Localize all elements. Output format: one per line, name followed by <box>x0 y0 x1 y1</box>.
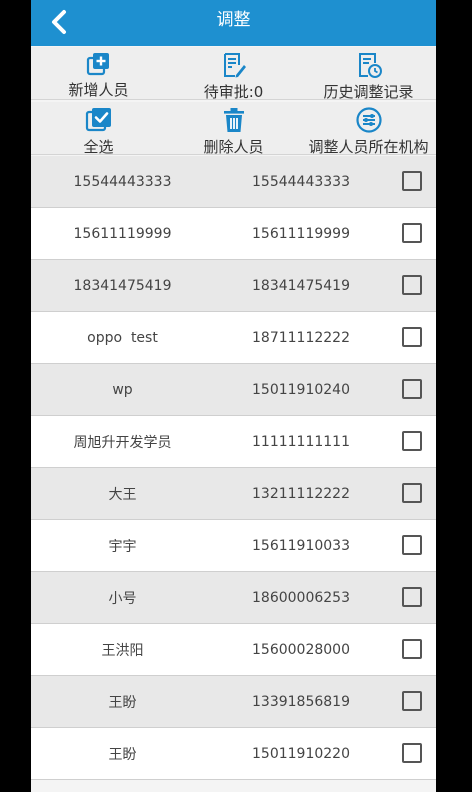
pending-approval-button[interactable]: 待审批:0 <box>166 47 301 101</box>
member-phone: 18711112222 <box>252 329 350 346</box>
action-toolbar-bottom: 全选 删除人员 调整人员所在机构 <box>31 102 436 156</box>
add-person-label: 新增人员 <box>68 81 129 99</box>
delete-person-button[interactable]: 删除人员 <box>166 102 301 156</box>
history-record-button[interactable]: 历史调整记录 <box>301 47 436 101</box>
row-checkbox[interactable] <box>402 587 422 607</box>
member-phone: 15611910033 <box>252 537 350 554</box>
list-item[interactable]: wp 15011910240 <box>31 364 436 416</box>
row-checkbox[interactable] <box>402 743 422 763</box>
row-checkbox[interactable] <box>402 535 422 555</box>
adjust-org-button[interactable]: 调整人员所在机构 <box>301 102 436 156</box>
action-toolbar-top: 新增人员 待审批:0 历史调整记录 <box>31 47 436 101</box>
add-person-icon <box>84 51 114 77</box>
list-item[interactable]: 15611119999 15611119999 <box>31 208 436 260</box>
member-phone: 15611119999 <box>252 225 350 242</box>
page-title: 调整 <box>216 10 251 30</box>
list-item[interactable]: 王盼 13391856819 <box>31 676 436 728</box>
member-phone: 15011910240 <box>252 381 350 398</box>
row-checkbox[interactable] <box>402 379 422 399</box>
member-phone: 13391856819 <box>252 693 350 710</box>
list-item[interactable]: 王盼 15011910220 <box>31 728 436 780</box>
member-phone: 15544443333 <box>252 173 350 190</box>
member-list: 15544443333 15544443333 15611119999 1561111… <box>31 156 436 780</box>
row-checkbox[interactable] <box>402 483 422 503</box>
member-name: 王洪阳 <box>101 642 144 659</box>
member-name: 15611119999 <box>73 225 172 242</box>
row-checkbox[interactable] <box>402 275 422 295</box>
member-phone: 18341475419 <box>252 277 350 294</box>
member-phone: 15600028000 <box>252 641 350 658</box>
app-screen: 调整 新增人员 待审批:0 历史调整记录 全选 删除人员 调整人员所在机构 15… <box>31 0 436 792</box>
history-record-icon <box>354 51 384 79</box>
list-item[interactable]: oppo test 18711112222 <box>31 312 436 364</box>
member-name: 王盼 <box>108 694 137 711</box>
member-name: 小号 <box>108 590 137 607</box>
select-all-icon <box>84 106 114 134</box>
row-checkbox[interactable] <box>402 327 422 347</box>
row-checkbox[interactable] <box>402 691 422 711</box>
list-item[interactable]: 王洪阳 15600028000 <box>31 624 436 676</box>
select-all-label: 全选 <box>83 138 114 156</box>
member-phone: 13211112222 <box>252 485 350 502</box>
member-name: 18341475419 <box>73 277 172 294</box>
list-item[interactable]: 18341475419 18341475419 <box>31 260 436 312</box>
row-checkbox[interactable] <box>402 431 422 451</box>
member-name: oppo test <box>87 329 158 346</box>
adjust-org-label: 调整人员所在机构 <box>308 138 429 156</box>
trash-icon <box>219 106 249 134</box>
member-phone: 11111111111 <box>252 433 350 450</box>
member-name: 大王 <box>108 486 137 503</box>
member-name: wp <box>112 381 133 398</box>
pending-approval-label: 待审批:0 <box>203 83 264 101</box>
title-bar: 调整 <box>31 0 436 46</box>
list-item[interactable]: 15544443333 15544443333 <box>31 156 436 208</box>
row-checkbox[interactable] <box>402 171 422 191</box>
member-name: 周旭升开发学员 <box>73 434 172 451</box>
list-item[interactable]: 周旭升开发学员 11111111111 <box>31 416 436 468</box>
member-phone: 15011910220 <box>252 745 350 762</box>
list-item[interactable]: 大王 13211112222 <box>31 468 436 520</box>
member-phone: 18600006253 <box>252 589 350 606</box>
adjust-org-icon <box>354 106 384 134</box>
member-name: 15544443333 <box>73 173 172 190</box>
row-checkbox[interactable] <box>402 223 422 243</box>
history-record-label: 历史调整记录 <box>323 83 414 101</box>
list-item[interactable]: 宇宇 15611910033 <box>31 520 436 572</box>
delete-person-label: 删除人员 <box>203 138 264 156</box>
member-name: 王盼 <box>108 746 137 763</box>
select-all-button[interactable]: 全选 <box>31 102 166 156</box>
row-checkbox[interactable] <box>402 639 422 659</box>
add-person-button[interactable]: 新增人员 <box>31 47 166 99</box>
approval-document-icon <box>219 51 249 79</box>
list-item[interactable]: 小号 18600006253 <box>31 572 436 624</box>
member-name: 宇宇 <box>108 538 137 555</box>
